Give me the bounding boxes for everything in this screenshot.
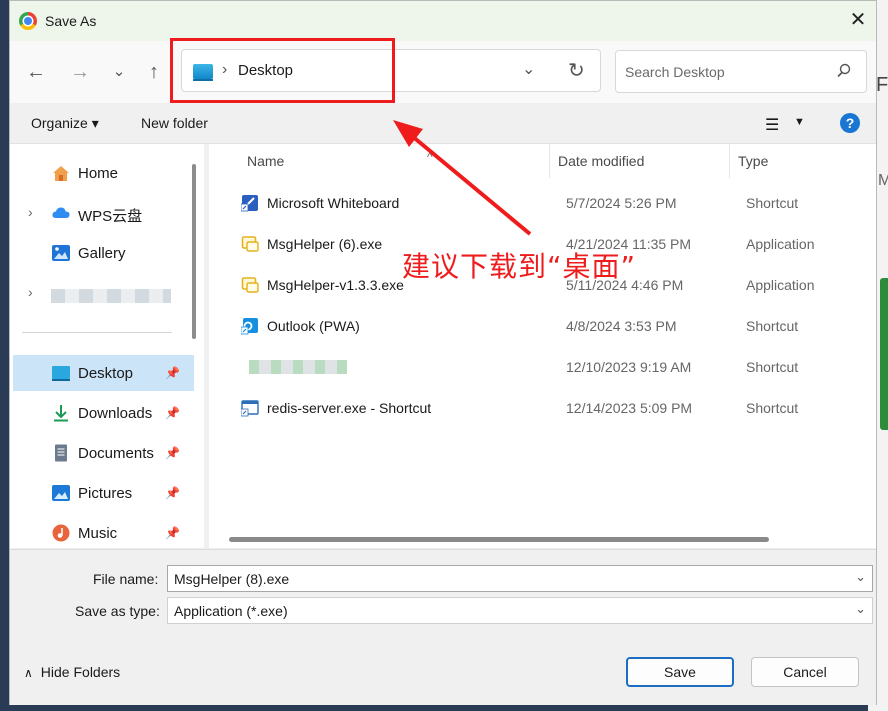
save-button[interactable]: Save <box>626 657 734 687</box>
file-name-value[interactable]: MsgHelper (8).exe <box>174 571 289 587</box>
file-name-dropdown-chevron-icon[interactable]: ⌄ <box>855 569 866 585</box>
annotation-text: 建议下载到“桌面” <box>402 250 637 283</box>
save-type-dropdown-chevron-icon[interactable]: ⌄ <box>855 601 866 617</box>
file-name-label: File name: <box>93 571 159 587</box>
chevron-up-icon: ∧ <box>24 666 33 680</box>
hide-folders-button[interactable]: ∧ Hide Folders <box>24 664 120 680</box>
save-type-value[interactable]: Application (*.exe) <box>174 603 288 619</box>
cancel-button[interactable]: Cancel <box>751 657 859 687</box>
save-options-panel: File name: MsgHelper (8).exe ⌄ Save as t… <box>10 549 876 705</box>
save-type-select[interactable]: Application (*.exe) ⌄ <box>167 597 873 624</box>
save-type-label: Save as type: <box>75 603 160 619</box>
file-name-field[interactable]: MsgHelper (8).exe ⌄ <box>167 565 873 592</box>
save-as-dialog: Save As ✕ ← → ⌄ ↑ › Desktop ⌄ ↻ Search D… <box>9 0 877 705</box>
